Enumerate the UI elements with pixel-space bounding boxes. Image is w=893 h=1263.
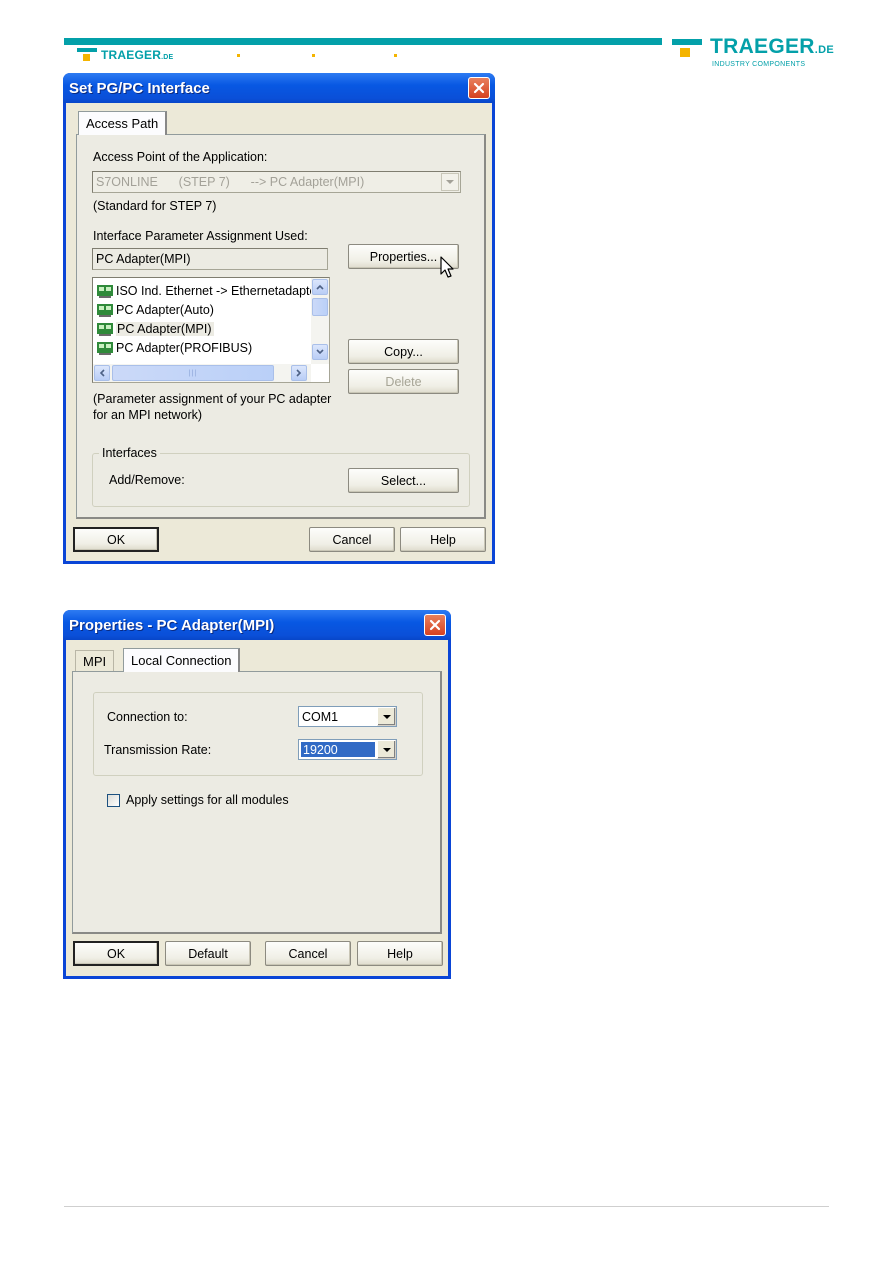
chevron-right-icon	[296, 369, 302, 377]
tab-panel: Access Point of the Application: S7ONLIN…	[76, 134, 486, 519]
connection-group: Connection to: COM1 Transmission Rate: 1…	[93, 692, 423, 776]
default-button[interactable]: Default	[165, 941, 251, 966]
brand-name: TRAEGER.DE	[710, 35, 835, 58]
scroll-up-button[interactable]	[312, 279, 328, 295]
close-icon	[473, 82, 485, 94]
adapter-icon	[97, 284, 113, 298]
tab-access-path[interactable]: Access Path	[78, 111, 168, 135]
copy-button[interactable]: Copy...	[348, 339, 459, 364]
adapter-icon	[97, 341, 113, 355]
param-assignment-value: PC Adapter(MPI)	[96, 252, 191, 266]
list-item[interactable]: PC Adapter(PROFIBUS)	[97, 338, 252, 357]
vertical-scrollbar[interactable]	[311, 278, 329, 364]
adapter-icon	[97, 303, 113, 317]
dropdown-button[interactable]	[377, 740, 396, 759]
scroll-down-button[interactable]	[312, 344, 328, 360]
adapter-icon	[97, 322, 113, 336]
transmission-rate-select[interactable]: 19200	[298, 739, 397, 760]
header-dot	[394, 54, 397, 57]
select-button[interactable]: Select...	[348, 468, 459, 493]
close-button[interactable]	[468, 77, 490, 99]
cancel-button[interactable]: Cancel	[265, 941, 351, 966]
access-point-note: (Standard for STEP 7)	[93, 199, 217, 213]
chevron-up-icon	[316, 284, 324, 290]
access-point-label: Access Point of the Application:	[93, 150, 268, 164]
brand-name-small: TRAEGER.DE	[101, 48, 174, 62]
chevron-down-icon	[382, 714, 391, 719]
tab-mpi[interactable]: MPI	[75, 650, 115, 672]
properties-dialog: Properties - PC Adapter(MPI) MPI Local C…	[63, 610, 451, 979]
connection-to-label: Connection to:	[107, 710, 188, 724]
brand-mark-icon	[672, 39, 702, 57]
dropdown-button	[441, 173, 459, 191]
close-icon	[429, 619, 441, 631]
description-line-2: for an MPI network)	[93, 408, 203, 422]
horizontal-scrollbar[interactable]: |||	[93, 364, 311, 382]
description-line-1: (Parameter assignment of your PC adapter	[93, 392, 332, 406]
tab-label: MPI	[83, 654, 107, 669]
header-dot	[237, 54, 240, 57]
scroll-right-button[interactable]	[291, 365, 307, 381]
list-item[interactable]: PC Adapter(Auto)	[97, 300, 214, 319]
access-point-value: S7ONLINE (STEP 7) --> PC Adapter(MPI)	[96, 175, 365, 189]
scroll-left-button[interactable]	[94, 365, 110, 381]
brand-mark-icon	[77, 48, 97, 62]
footer-divider	[64, 1206, 829, 1207]
mouse-cursor-icon	[440, 256, 454, 278]
tab-local-connection[interactable]: Local Connection	[123, 648, 241, 672]
scroll-thumb[interactable]	[312, 298, 328, 316]
header-dot	[312, 54, 315, 57]
chevron-down-icon	[446, 180, 454, 184]
title-bar[interactable]: Set PG/PC Interface	[63, 73, 495, 103]
list-item[interactable]: ISO Ind. Ethernet -> Ethernetadapte	[97, 281, 316, 300]
scroll-thumb[interactable]: |||	[112, 365, 274, 381]
add-remove-label: Add/Remove:	[109, 473, 185, 487]
chevron-down-icon	[316, 349, 324, 355]
tab-label: Local Connection	[131, 653, 232, 668]
chevron-down-icon	[382, 747, 391, 752]
title-bar[interactable]: Properties - PC Adapter(MPI)	[63, 610, 451, 640]
set-pgpc-interface-dialog: Set PG/PC Interface Access Path Access P…	[63, 73, 495, 564]
param-assignment-field: PC Adapter(MPI)	[92, 248, 328, 270]
connection-to-value: COM1	[302, 709, 339, 724]
param-assignment-list[interactable]: ISO Ind. Ethernet -> Ethernetadapte PC A…	[92, 277, 330, 383]
cancel-button[interactable]: Cancel	[309, 527, 395, 552]
ok-button[interactable]: OK	[73, 527, 159, 552]
group-title: Interfaces	[99, 446, 160, 460]
param-assignment-label: Interface Parameter Assignment Used:	[93, 229, 308, 243]
help-button[interactable]: Help	[357, 941, 443, 966]
transmission-rate-value: 19200	[301, 742, 375, 757]
apply-all-label: Apply settings for all modules	[126, 793, 289, 807]
access-point-select: S7ONLINE (STEP 7) --> PC Adapter(MPI)	[92, 171, 461, 193]
help-button[interactable]: Help	[400, 527, 486, 552]
dialog-title: Set PG/PC Interface	[69, 79, 210, 97]
connection-to-select[interactable]: COM1	[298, 706, 397, 727]
dropdown-button[interactable]	[377, 707, 396, 726]
interfaces-group: Interfaces Add/Remove: Select...	[92, 446, 470, 507]
chevron-left-icon	[99, 369, 105, 377]
brand-tagline: INDUSTRY COMPONENTS	[712, 61, 806, 68]
delete-button: Delete	[348, 369, 459, 394]
tab-panel: Connection to: COM1 Transmission Rate: 1…	[72, 671, 442, 934]
close-button[interactable]	[424, 614, 446, 636]
transmission-rate-label: Transmission Rate:	[104, 743, 212, 757]
ok-button[interactable]: OK	[73, 941, 159, 966]
header-bar	[64, 38, 662, 45]
brand-logo: TRAEGER.DE INDUSTRY COMPONENTS	[672, 35, 835, 68]
brand-logo-small: TRAEGER.DE	[77, 46, 173, 64]
list-item-selected[interactable]: PC Adapter(MPI)	[97, 319, 215, 338]
apply-all-checkbox[interactable]	[107, 794, 120, 807]
tab-label: Access Path	[86, 116, 159, 131]
dialog-title: Properties - PC Adapter(MPI)	[69, 616, 275, 634]
